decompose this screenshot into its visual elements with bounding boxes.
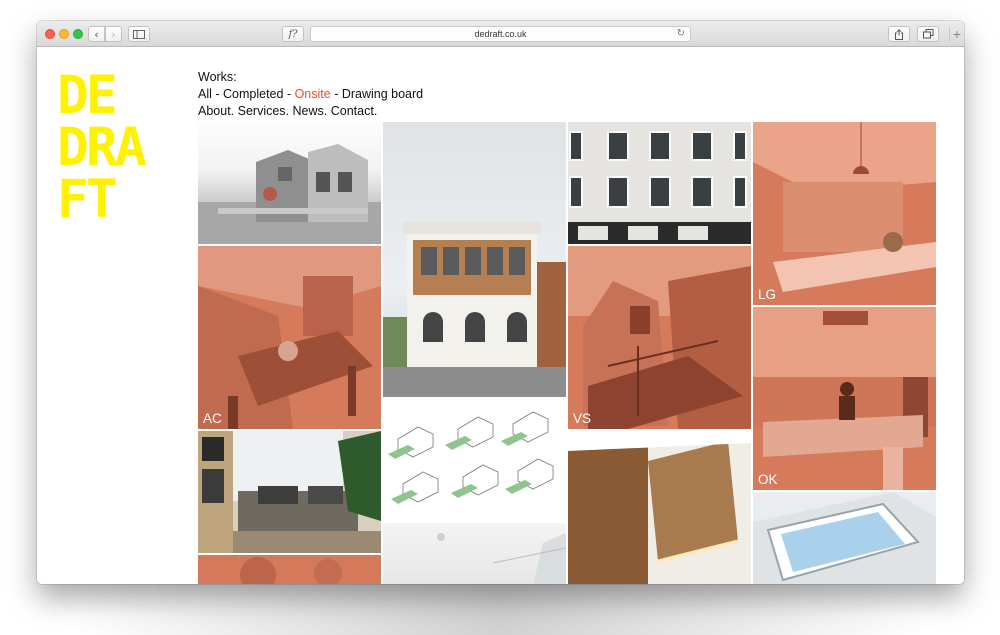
browser-window: ‹ › f? dedraft.co.uk ↻ + DE DRA FT Works… xyxy=(37,21,964,584)
garden-image xyxy=(198,555,381,584)
victorian-building-image xyxy=(383,222,566,397)
share-button[interactable] xyxy=(888,26,910,42)
kitchen-dining-image xyxy=(198,246,381,429)
project-tile[interactable] xyxy=(383,523,566,584)
filter-drawing-board-link[interactable]: Drawing board xyxy=(342,87,423,101)
project-tile[interactable] xyxy=(198,555,381,584)
web-page: DE DRA FT Works: All - Completed - Onsit… xyxy=(37,48,964,584)
house-render-image xyxy=(198,144,381,244)
project-tile[interactable] xyxy=(568,122,751,244)
forward-button[interactable]: › xyxy=(105,26,122,42)
chevron-right-icon: › xyxy=(111,27,116,41)
page-links-row: About. Services. News. Contact. xyxy=(198,103,423,120)
project-tile[interactable]: LG xyxy=(753,122,936,305)
works-filter-row: All - Completed - Onsite - Drawing board xyxy=(198,86,423,103)
chevron-left-icon: ‹ xyxy=(94,27,99,41)
show-tabs-button[interactable] xyxy=(917,26,939,42)
site-logo[interactable]: DE DRA FT xyxy=(57,65,167,230)
timber-staircase-image xyxy=(568,431,751,584)
skylight-window-image xyxy=(753,492,936,584)
logo-line: DRA xyxy=(57,117,147,178)
filter-all-link[interactable]: All xyxy=(198,87,212,101)
terrace-facade-image xyxy=(568,122,751,244)
reload-icon[interactable]: ↻ xyxy=(677,28,685,39)
minimize-window-button[interactable] xyxy=(59,29,69,39)
project-tile[interactable] xyxy=(383,122,566,397)
reader-extension-button[interactable]: f? xyxy=(282,26,304,42)
filter-onsite-link[interactable]: Onsite xyxy=(295,87,331,101)
kitchen-skylight-image xyxy=(753,122,936,292)
project-label: AC xyxy=(203,411,222,426)
share-icon xyxy=(895,28,903,40)
project-tile[interactable]: VS xyxy=(568,246,751,429)
kitchen-person-image xyxy=(753,307,936,490)
back-button[interactable]: ‹ xyxy=(88,26,105,42)
address-bar[interactable]: dedraft.co.uk ↻ xyxy=(310,26,691,42)
tabs-icon xyxy=(922,29,933,39)
works-heading: Works: xyxy=(198,70,237,84)
contact-link[interactable]: Contact. xyxy=(331,104,378,118)
logo-line: DE xyxy=(57,65,118,126)
filter-separator: - xyxy=(283,87,295,101)
site-navigation: Works: All - Completed - Onsite - Drawin… xyxy=(198,69,423,120)
filter-separator: - xyxy=(330,87,342,101)
project-label: VS xyxy=(573,411,592,426)
project-tile[interactable] xyxy=(198,122,381,244)
sidebar-toggle-button[interactable] xyxy=(128,26,150,42)
project-tile[interactable] xyxy=(568,431,751,584)
new-tab-button[interactable]: + xyxy=(949,27,964,42)
project-tile[interactable] xyxy=(198,431,381,553)
construction-site-image xyxy=(568,246,751,429)
isometric-drawings-image xyxy=(388,411,554,504)
living-room-image xyxy=(198,431,381,553)
browser-toolbar: ‹ › f? dedraft.co.uk ↻ + xyxy=(37,21,964,47)
sidebar-icon xyxy=(133,29,145,39)
about-link[interactable]: About. xyxy=(198,104,234,118)
reader-icon: f? xyxy=(288,28,298,40)
filter-completed-link[interactable]: Completed xyxy=(223,87,283,101)
project-label: OK xyxy=(758,472,778,487)
zoom-window-button[interactable] xyxy=(73,29,83,39)
project-tile[interactable] xyxy=(383,399,566,521)
url-text: dedraft.co.uk xyxy=(474,29,527,39)
services-link[interactable]: Services. xyxy=(238,104,289,118)
filter-separator: - xyxy=(211,87,224,101)
logo-line: FT xyxy=(57,169,118,230)
plus-icon: + xyxy=(952,26,962,42)
news-link[interactable]: News. xyxy=(293,104,328,118)
project-label: LG xyxy=(758,287,777,302)
project-tile[interactable] xyxy=(753,492,936,584)
close-window-button[interactable] xyxy=(45,29,55,39)
white-interior-image xyxy=(437,533,566,584)
project-tile[interactable]: OK xyxy=(753,307,936,490)
project-tile[interactable]: AC xyxy=(198,246,381,429)
